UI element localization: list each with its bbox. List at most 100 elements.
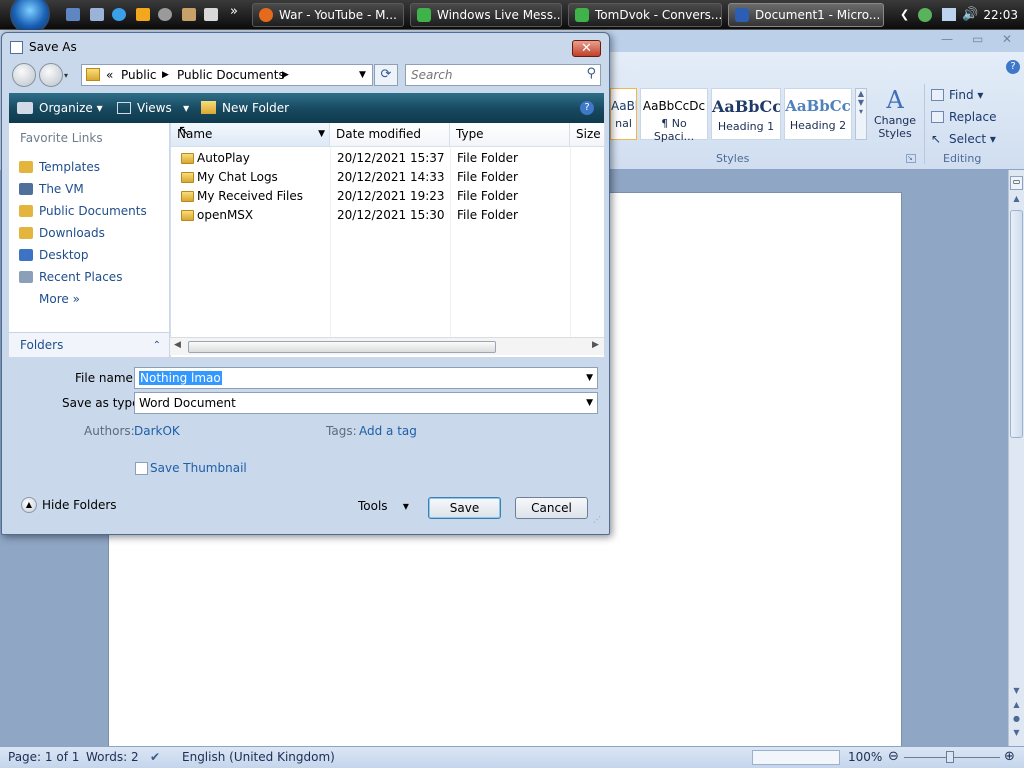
save-button[interactable]: Save <box>428 497 501 519</box>
style-normal[interactable]: AaBbCcDc nal <box>610 88 637 140</box>
dialog-title-bar[interactable]: Save As <box>10 33 77 61</box>
save-thumbnail-label[interactable]: Save Thumbnail <box>150 461 247 475</box>
back-button[interactable] <box>12 63 36 87</box>
styles-scroll[interactable]: ▲ ▼ ▾ <box>855 88 867 140</box>
cancel-button[interactable]: Cancel <box>515 497 588 519</box>
fav-templates[interactable]: Templates <box>19 156 100 178</box>
volume-quicklaunch-icon[interactable] <box>182 8 196 21</box>
box-icon[interactable] <box>204 8 218 21</box>
taskbar-button-youtube[interactable]: War - YouTube - M... <box>252 3 404 27</box>
add-tag-link[interactable]: Add a tag <box>359 424 417 438</box>
close-button[interactable]: ✕ <box>572 40 601 57</box>
file-row[interactable]: My Received Files 20/12/2021 19:23 File … <box>171 187 605 206</box>
scroll-nav-icons[interactable]: ▼ ▲ ● ▼ <box>1010 684 1023 740</box>
save-thumbnail-checkbox[interactable] <box>135 462 148 475</box>
clock[interactable]: 22:03 <box>983 0 1018 30</box>
scroll-thumb[interactable] <box>188 341 496 353</box>
forward-button[interactable] <box>39 63 63 87</box>
messenger-tray-icon[interactable] <box>918 8 932 22</box>
file-name-field[interactable]: Nothing lmao ▼ <box>134 367 598 389</box>
taskbar-button-word[interactable]: Document1 - Micro... <box>728 3 884 27</box>
resize-grip-icon[interactable]: ⋰ <box>593 515 601 524</box>
zoom-level[interactable]: 100% <box>848 747 882 767</box>
language-indicator[interactable]: English (United Kingdom) <box>182 747 335 767</box>
find-button[interactable]: Find ▾ <box>931 86 983 104</box>
page-count[interactable]: Page: 1 of 1 <box>8 747 79 767</box>
ruler-toggle-icon[interactable]: ▭ <box>1010 176 1023 190</box>
taskbar-button-messenger[interactable]: Windows Live Mess... <box>410 3 562 27</box>
style-no-spacing[interactable]: AaBbCcDc ¶ No Spaci... <box>640 88 708 143</box>
select-button[interactable]: ↖ Select ▾ <box>931 130 996 148</box>
scroll-thumb[interactable] <box>1010 210 1023 438</box>
network-icon[interactable] <box>158 8 172 21</box>
fav-public-documents[interactable]: Public Documents <box>19 200 147 222</box>
zoom-out-icon[interactable]: ⊖ <box>888 747 899 767</box>
style-heading-1[interactable]: AaBbCc Heading 1 <box>711 88 781 140</box>
restore-icon[interactable]: ▭ <box>972 32 983 46</box>
horizontal-scrollbar[interactable]: ◀ ▶ <box>170 337 604 355</box>
search-input[interactable] <box>406 65 576 85</box>
scroll-right-icon[interactable]: ▶ <box>592 340 599 350</box>
column-header-type[interactable]: Type <box>450 123 570 147</box>
chevron-up-icon[interactable]: ▲ <box>21 497 37 513</box>
quicklaunch-overflow-icon[interactable]: » <box>230 4 238 19</box>
fav-recent-places[interactable]: Recent Places <box>19 266 122 288</box>
change-styles-button[interactable]: A Change Styles <box>872 86 918 146</box>
file-row[interactable]: My Chat Logs 20/12/2021 14:33 File Folde… <box>171 168 605 187</box>
column-header-date[interactable]: Date modified <box>330 123 450 147</box>
fav-more[interactable]: More » <box>19 288 80 310</box>
refresh-button[interactable]: ⟳ <box>374 64 398 86</box>
show-desktop-icon[interactable] <box>66 8 80 21</box>
network-tray-icon[interactable] <box>942 8 956 21</box>
views-button[interactable]: Views ▾ <box>137 93 189 123</box>
hide-folders-button[interactable]: Hide Folders <box>42 498 117 512</box>
folders-toggle[interactable]: Folders ⌃ <box>9 332 169 357</box>
scroll-up-icon[interactable]: ▲ <box>1010 194 1023 210</box>
dialog-launcher-icon[interactable]: ↘ <box>906 154 916 163</box>
tools-button[interactable]: Tools ▾ <box>358 499 409 513</box>
help-icon[interactable]: ? <box>1006 60 1020 74</box>
chevron-down-icon[interactable]: ▼ <box>586 393 593 413</box>
breadcrumb-arrow-icon[interactable]: ▶ <box>162 65 169 85</box>
search-icon[interactable]: ⚲ <box>586 66 596 81</box>
fav-the-vm[interactable]: The VM <box>19 178 84 200</box>
new-folder-button[interactable]: New Folder <box>222 93 289 123</box>
breadcrumb-public-documents[interactable]: Public Documents <box>177 65 285 85</box>
tray-chevron-icon[interactable]: ❮ <box>900 8 909 21</box>
file-row[interactable]: AutoPlay 20/12/2021 15:37 File Folder <box>171 149 605 168</box>
column-header-name[interactable]: Name ▼ <box>171 123 330 147</box>
scroll-left-icon[interactable]: ◀ <box>174 340 181 350</box>
fav-downloads[interactable]: Downloads <box>19 222 105 244</box>
address-bar[interactable]: « Public ▶ Public Documents ▶ ▼ <box>81 64 373 86</box>
media-player-icon[interactable] <box>136 8 150 21</box>
recent-pages-chevron-icon[interactable]: ▾ <box>64 71 68 80</box>
column-dropdown-icon[interactable]: ▼ <box>318 123 325 145</box>
chevron-down-icon[interactable]: ▼ <box>586 368 593 388</box>
taskbar-button-conversation[interactable]: TomDvok - Convers... <box>568 3 722 27</box>
save-as-type-select[interactable]: Word Document ▼ <box>134 392 598 414</box>
file-row[interactable]: openMSX 20/12/2021 15:30 File Folder <box>171 206 605 225</box>
view-buttons[interactable] <box>752 750 840 765</box>
fav-desktop[interactable]: Desktop <box>19 244 89 266</box>
replace-button[interactable]: Replace <box>931 108 996 126</box>
volume-tray-icon[interactable]: 🔊 <box>962 7 978 22</box>
address-dropdown-icon[interactable]: ▼ <box>359 65 366 85</box>
start-orb-button[interactable] <box>10 0 50 34</box>
authors-value[interactable]: DarkOK <box>134 424 180 438</box>
vertical-scrollbar[interactable]: ▭ ▲ ▼ ▲ ● ▼ <box>1008 170 1024 746</box>
switch-windows-icon[interactable] <box>90 8 104 21</box>
proofing-icon[interactable]: ✔ <box>150 747 160 767</box>
style-heading-2[interactable]: AaBbCc Heading 2 <box>784 88 852 140</box>
internet-explorer-icon[interactable] <box>112 8 126 21</box>
search-box[interactable]: ⚲ <box>405 64 601 86</box>
zoom-slider-thumb[interactable] <box>946 751 954 763</box>
breadcrumb-arrow-icon[interactable]: ▶ <box>282 65 289 85</box>
address-overflow[interactable]: « <box>106 65 113 85</box>
breadcrumb-public[interactable]: Public <box>121 65 157 85</box>
minimize-icon[interactable]: — <box>941 32 953 46</box>
close-icon[interactable]: ✕ <box>1002 32 1012 46</box>
word-count[interactable]: Words: 2 <box>86 747 139 767</box>
column-header-size[interactable]: Size <box>570 123 605 147</box>
help-icon[interactable]: ? <box>580 101 594 115</box>
zoom-in-icon[interactable]: ⊕ <box>1004 747 1015 767</box>
